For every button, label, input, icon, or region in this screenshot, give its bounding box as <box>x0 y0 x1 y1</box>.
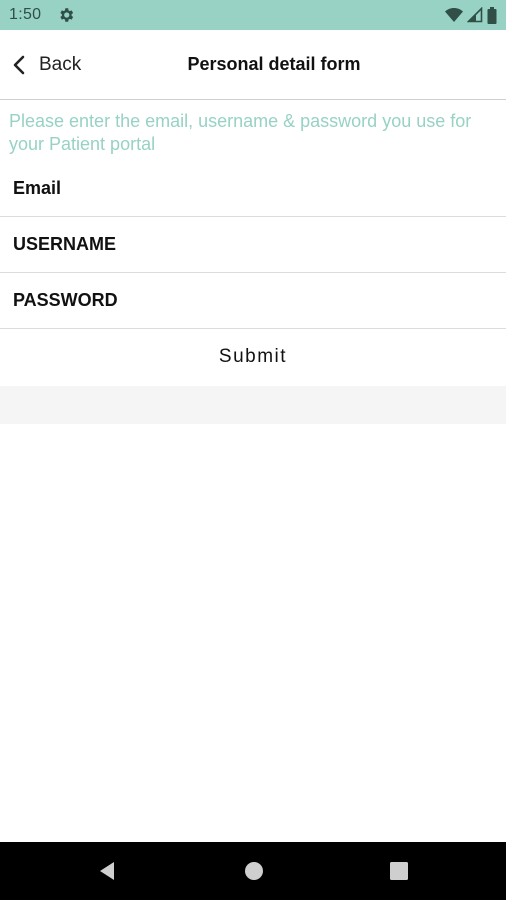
page-title: Personal detail form <box>187 54 361 74</box>
password-field-row <box>0 273 506 329</box>
nav-home-icon[interactable] <box>243 860 265 882</box>
email-field-row <box>0 161 506 217</box>
status-time: 1:50 <box>9 6 42 23</box>
battery-icon <box>487 6 497 24</box>
instruction-text: Please enter the email, username & passw… <box>9 111 472 154</box>
wifi-icon <box>445 8 463 22</box>
username-field-row <box>0 217 506 273</box>
settings-gear-icon <box>60 8 74 22</box>
system-nav-bar <box>0 842 506 900</box>
submit-button[interactable]: Submit <box>0 329 506 385</box>
screen: 1:50 Back Personal detail form Please en… <box>0 0 506 900</box>
password-field[interactable] <box>13 273 493 328</box>
cellular-signal-icon <box>467 7 483 23</box>
status-icons <box>445 6 497 24</box>
nav-back-icon[interactable] <box>96 860 118 882</box>
username-field[interactable] <box>13 217 493 272</box>
footer-band <box>0 386 506 424</box>
status-bar: 1:50 <box>0 0 506 30</box>
app-bar: Back Personal detail form <box>0 30 506 100</box>
nav-recents-icon[interactable] <box>388 860 410 882</box>
email-field[interactable] <box>13 161 493 216</box>
